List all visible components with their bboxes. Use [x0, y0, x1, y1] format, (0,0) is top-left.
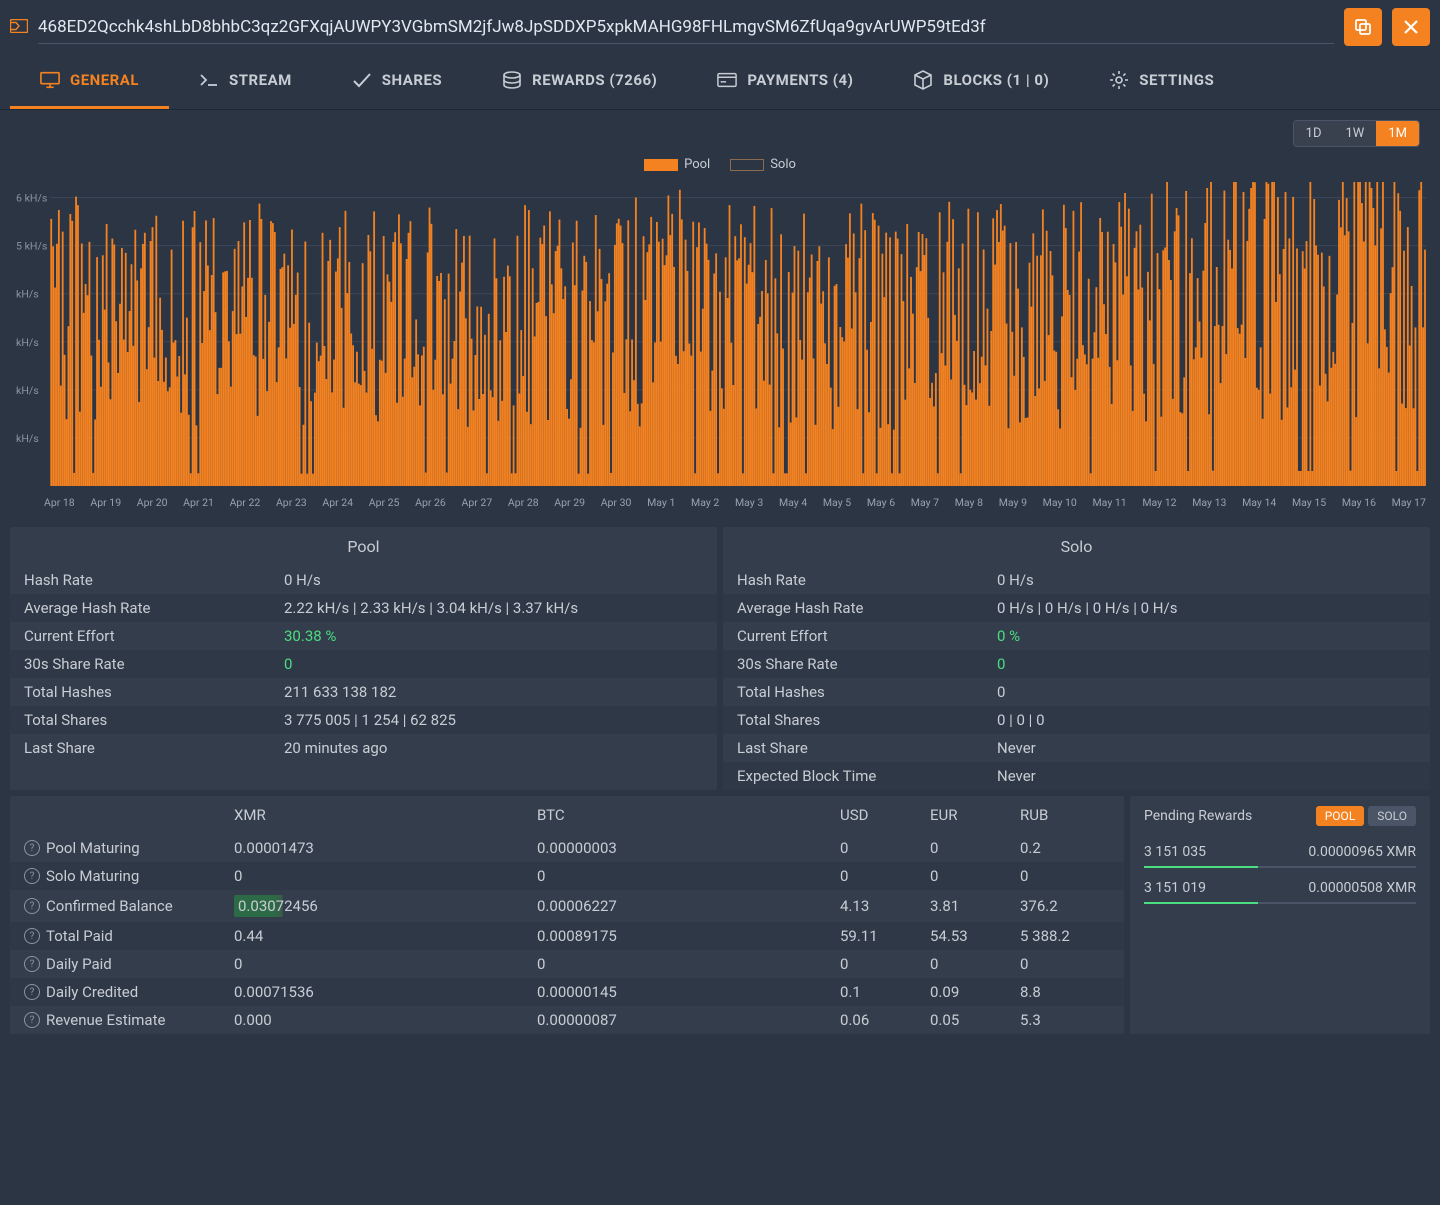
svg-text:5 kH/s: 5 kH/s	[16, 240, 47, 253]
tab-label: PAYMENTS (4)	[747, 71, 853, 89]
help-icon[interactable]: ?	[24, 984, 40, 1000]
reward-chip-pool[interactable]: POOL	[1316, 806, 1365, 826]
help-icon[interactable]: ?	[24, 840, 40, 856]
legend-solo[interactable]: Solo	[730, 157, 796, 172]
balance-row: ?Daily Credited 0.00071536 0.00000145 0.…	[10, 978, 1124, 1006]
copy-button[interactable]	[1344, 8, 1382, 46]
reward-item: 3 151 0350.00000965 XMR	[1144, 838, 1416, 866]
range-1m[interactable]: 1M	[1376, 121, 1419, 146]
top-bar	[0, 0, 1440, 54]
pool-swatch-icon	[644, 159, 678, 171]
solo-stats-card: Solo Hash Rate0 H/s Average Hash Rate0 H…	[723, 527, 1430, 790]
range-1d[interactable]: 1D	[1294, 121, 1334, 146]
card-icon	[717, 70, 737, 90]
tab-shares[interactable]: SHARES	[322, 54, 472, 109]
pending-rewards-title: Pending Rewards	[1144, 808, 1252, 824]
coins-icon	[502, 70, 522, 90]
pool-title: Pool	[10, 527, 717, 566]
range-1w[interactable]: 1W	[1334, 121, 1377, 146]
balance-row: ?Confirmed Balance 0.03072456 0.00006227…	[10, 890, 1124, 922]
tab-label: REWARDS (7266)	[532, 71, 657, 89]
gear-icon	[1109, 70, 1129, 90]
tab-settings[interactable]: SETTINGS	[1079, 54, 1244, 109]
tab-general[interactable]: GENERAL	[10, 54, 169, 109]
reward-chip-solo[interactable]: SOLO	[1368, 806, 1416, 826]
balance-row: ?Solo Maturing 0 0 0 0 0	[10, 862, 1124, 890]
tab-label: BLOCKS (1 | 0)	[943, 71, 1049, 89]
help-icon[interactable]: ?	[24, 1012, 40, 1028]
tab-label: SHARES	[382, 71, 442, 89]
tab-label: GENERAL	[70, 71, 139, 89]
help-icon[interactable]: ?	[24, 928, 40, 944]
svg-text:kH/s: kH/s	[16, 288, 39, 301]
cube-icon	[913, 70, 933, 90]
chart-legend: Pool Solo	[0, 147, 1440, 182]
legend-pool[interactable]: Pool	[644, 157, 710, 172]
check-icon	[352, 70, 372, 90]
range-group: 1D 1W 1M	[1293, 120, 1420, 147]
solo-swatch-icon	[730, 159, 764, 171]
tab-label: SETTINGS	[1139, 71, 1214, 89]
balance-row: ?Daily Paid 0 0 0 0 0	[10, 950, 1124, 978]
terminal-icon	[199, 70, 219, 90]
tab-payments[interactable]: PAYMENTS (4)	[687, 54, 883, 109]
svg-text:kH/s: kH/s	[16, 384, 39, 397]
balance-row: ?Revenue Estimate 0.000 0.00000087 0.06 …	[10, 1006, 1124, 1034]
tab-label: STREAM	[229, 71, 292, 89]
close-button[interactable]	[1392, 8, 1430, 46]
reward-item: 3 151 0190.00000508 XMR	[1144, 874, 1416, 902]
balance-row: ?Pool Maturing 0.00001473 0.00000003 0 0…	[10, 834, 1124, 862]
wallet-icon	[10, 18, 28, 37]
tab-stream[interactable]: STREAM	[169, 54, 322, 109]
monitor-icon	[40, 70, 60, 90]
help-icon[interactable]: ?	[24, 956, 40, 972]
tab-bar: GENERAL STREAM SHARES REWARDS (7266) PAY…	[0, 54, 1440, 110]
balance-row: ?Total Paid 0.44 0.00089175 59.11 54.53 …	[10, 922, 1124, 950]
help-icon[interactable]: ?	[24, 868, 40, 884]
svg-text:6 kH/s: 6 kH/s	[16, 192, 47, 205]
pool-stats-card: Pool Hash Rate0 H/s Average Hash Rate2.2…	[10, 527, 717, 790]
pending-rewards-card: Pending Rewards POOL SOLO 3 151 0350.000…	[1130, 796, 1430, 1034]
svg-text:kH/s: kH/s	[16, 336, 39, 349]
balances-card: XMR BTC USD EUR RUB ?Pool Maturing 0.000…	[10, 796, 1124, 1034]
range-row: 1D 1W 1M	[0, 110, 1440, 147]
x-axis: Apr 18Apr 19Apr 20Apr 21Apr 22Apr 23Apr …	[14, 492, 1426, 517]
tab-blocks[interactable]: BLOCKS (1 | 0)	[883, 54, 1079, 109]
svg-text:kH/s: kH/s	[16, 432, 39, 445]
help-icon[interactable]: ?	[24, 898, 40, 914]
hashrate-chart: 6 kH/s 5 kH/s kH/s kH/s kH/s kH/s Apr 18Apr 1…	[0, 182, 1440, 527]
tab-rewards[interactable]: REWARDS (7266)	[472, 54, 687, 109]
wallet-address-input[interactable]	[38, 11, 1334, 44]
solo-title: Solo	[723, 527, 1430, 566]
